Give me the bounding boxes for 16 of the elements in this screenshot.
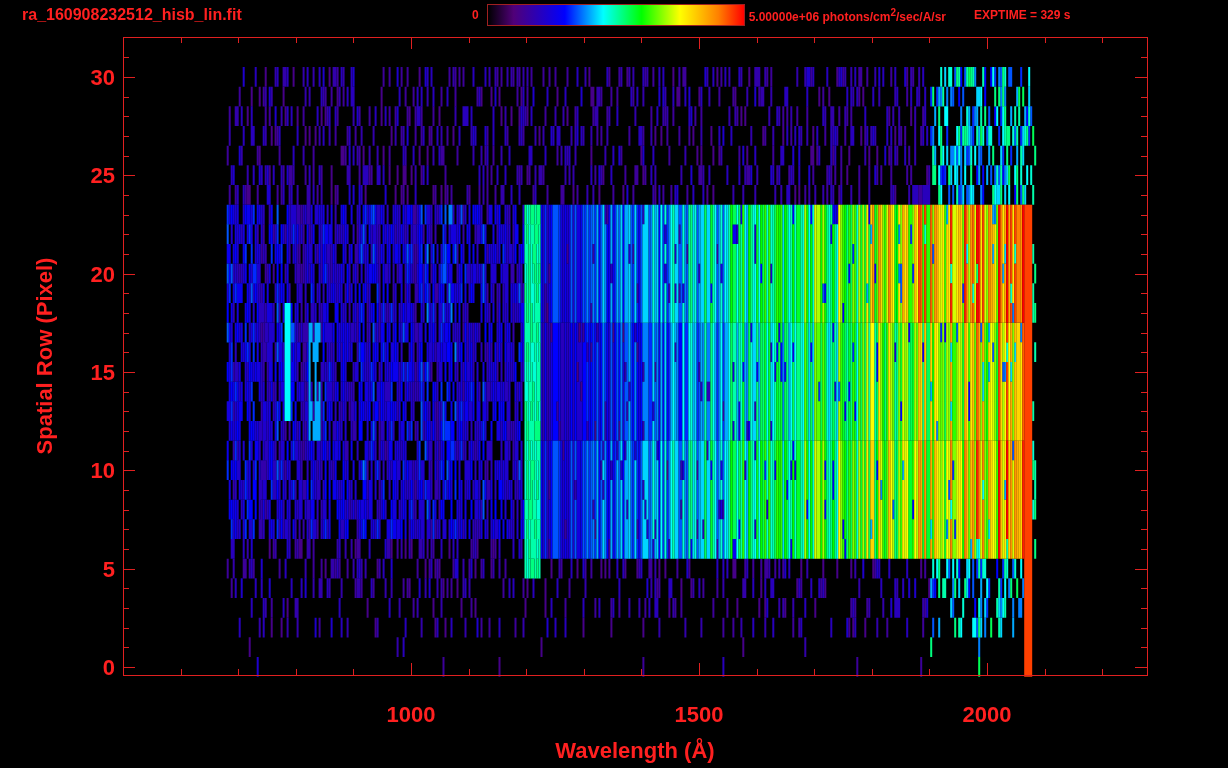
exposure-time: EXPTIME = 329 s — [974, 8, 1071, 22]
y-tick-label: 25 — [90, 163, 115, 189]
file-title: ra_160908232512_hisb_lin.fit — [22, 6, 242, 24]
y-axis-title: Spatial Row (Pixel) — [32, 257, 57, 455]
colorbar-max-label: 5.00000e+06 photons/cm$^{2}$/sec/A/sr — [748, 6, 947, 24]
x-axis-title: Wavelength (Å) — [555, 738, 715, 763]
y-tick-label: 15 — [90, 360, 115, 385]
x-tick-label: 2000 — [962, 702, 1012, 727]
colorbar-min-label: 0 — [472, 8, 479, 22]
y-tick-label: 5 — [102, 556, 115, 582]
y-tick-label: 30 — [90, 65, 115, 90]
x-tick-label: 1000 — [386, 702, 436, 727]
y-tick-label: 0 — [102, 655, 115, 680]
y-tick-label: 20 — [90, 261, 115, 287]
x-tick-label: 1500 — [674, 702, 724, 727]
y-tick-label: 10 — [90, 458, 115, 484]
